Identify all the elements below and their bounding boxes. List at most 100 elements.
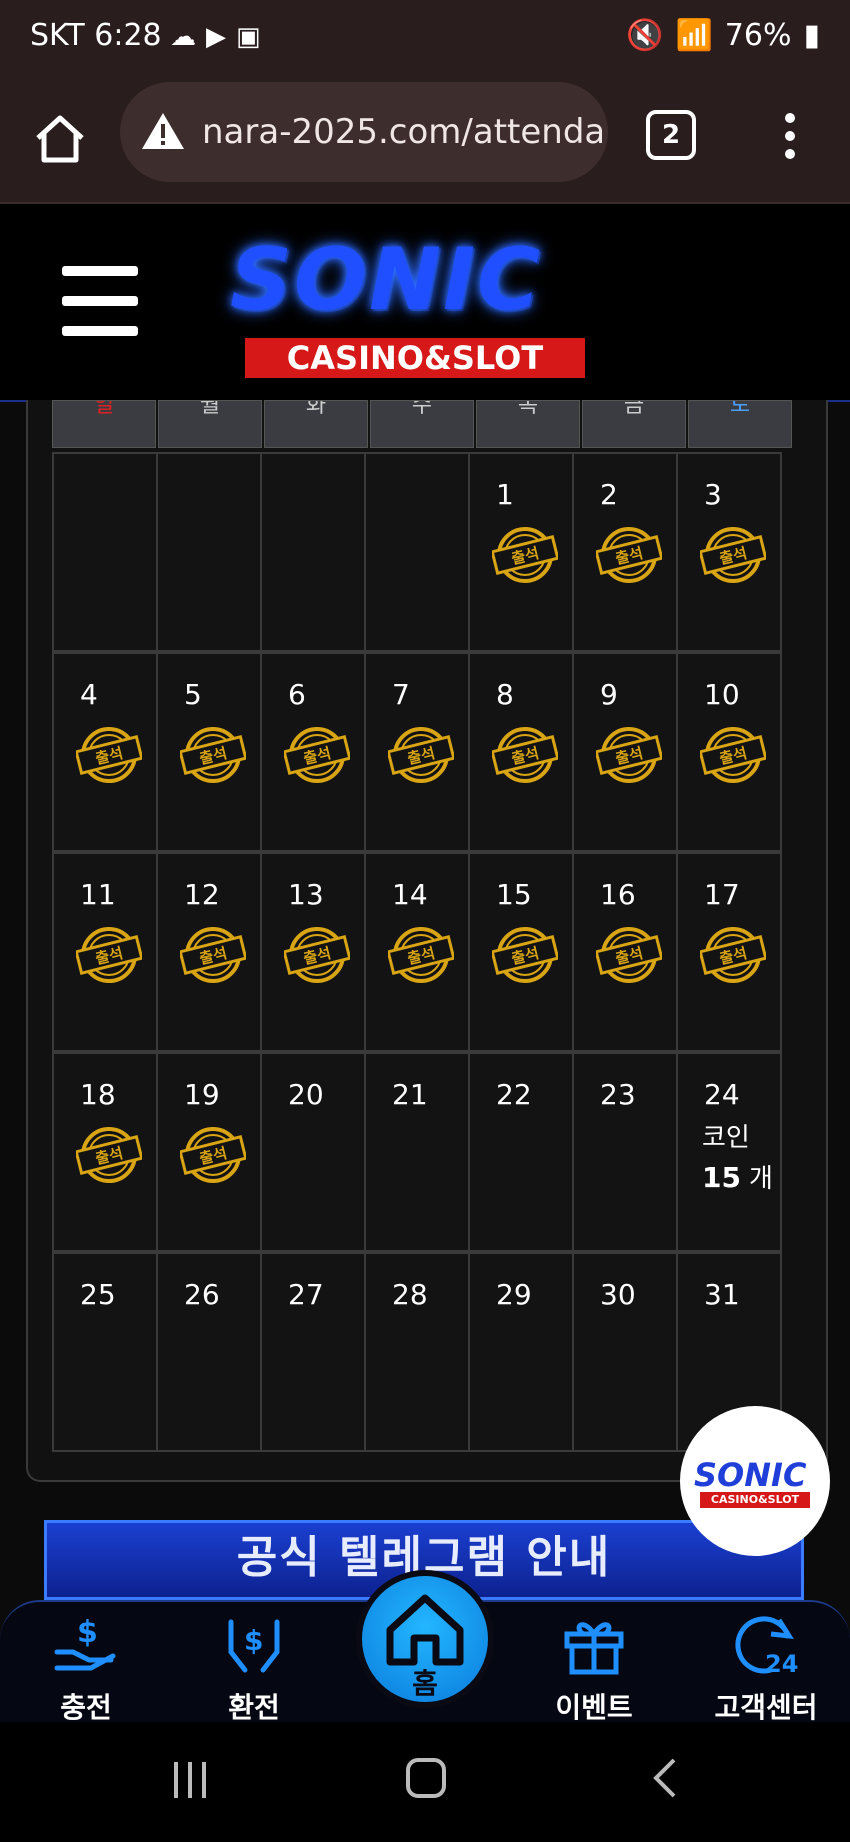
nav-label: 홈 (412, 1667, 438, 1700)
calendar-day-cell[interactable]: 4 출석 (52, 652, 158, 852)
site-logo[interactable]: SONIC CASINO&SLOT (220, 230, 620, 380)
calendar-day-cell[interactable]: 19 출석 (156, 1052, 262, 1252)
warning-icon[interactable] (140, 110, 186, 152)
attendance-stamp: 출석 (284, 927, 350, 983)
menu-line (62, 296, 138, 306)
calendar-day-cell[interactable]: 23 (572, 1052, 678, 1252)
attendance-stamp: 출석 (700, 927, 766, 983)
reward-amount: 15 (702, 1161, 741, 1194)
hamburger-menu-button[interactable] (62, 266, 138, 336)
calendar-day-cell[interactable]: 30 (572, 1252, 678, 1452)
svg-text:$: $ (77, 1615, 98, 1650)
day-header: 월 (158, 400, 262, 448)
calendar-day-cell[interactable]: 29 (468, 1252, 574, 1452)
home-icon (386, 1594, 464, 1666)
nav-event[interactable]: 이벤트 (534, 1612, 654, 1726)
menu-line (62, 326, 138, 336)
attendance-stamp: 출석 (492, 727, 558, 783)
calendar-day-cell[interactable]: 11 출석 (52, 852, 158, 1052)
status-bar: SKT 6:28 ☁ ▶ ▣ 🔇 📶 76% ▮ (0, 0, 850, 80)
attendance-stamp: 출석 (76, 1127, 142, 1183)
tab-switcher-button[interactable]: 2 (646, 110, 696, 160)
calendar-day-cell[interactable]: 1 출석 (468, 452, 574, 652)
floating-logo-button[interactable]: SONIC CASINO&SLOT (680, 1406, 830, 1556)
calendar-day-cell[interactable]: 12 출석 (156, 852, 262, 1052)
calendar-day-cell[interactable]: 24 코인 15 개 (676, 1052, 782, 1252)
nav-label: 환전 (228, 1691, 280, 1724)
calendar-day-cell[interactable]: 28 (364, 1252, 470, 1452)
menu-line (62, 266, 138, 276)
calendar-day-cell[interactable]: 21 (364, 1052, 470, 1252)
attendance-stamp: 출석 (596, 727, 662, 783)
calendar-day-cell[interactable]: 22 (468, 1052, 574, 1252)
calendar-day-cell[interactable]: 20 (260, 1052, 366, 1252)
calendar-day-cell[interactable]: 2 출석 (572, 452, 678, 652)
calendar-day-cell[interactable]: 6 출석 (260, 652, 366, 852)
day-number: 24 (704, 1078, 740, 1111)
calendar-day-cell[interactable]: 8 출석 (468, 652, 574, 852)
day-header-row: 일월화수목금토 (52, 400, 794, 448)
calendar-day-cell[interactable]: 3 출석 (676, 452, 782, 652)
calendar-day-cell[interactable]: 27 (260, 1252, 366, 1452)
calendar-day-cell[interactable]: 9 출석 (572, 652, 678, 852)
day-number: 4 (80, 678, 98, 711)
cloud-icon: ☁ (170, 22, 196, 52)
recent-apps-button[interactable] (168, 1758, 212, 1802)
calendar-day-cell[interactable] (156, 452, 262, 652)
nav-deposit[interactable]: $ 충전 (26, 1612, 146, 1726)
day-number: 30 (600, 1278, 636, 1311)
battery-level: 76% (724, 18, 792, 53)
attendance-stamp: 출석 (492, 927, 558, 983)
browser-home-button[interactable] (30, 108, 90, 168)
nav-withdraw[interactable]: $ 환전 (194, 1612, 314, 1726)
day-number: 14 (392, 878, 428, 911)
calendar-day-cell[interactable]: 14 출석 (364, 852, 470, 1052)
system-home-button[interactable] (404, 1756, 448, 1800)
day-number: 13 (288, 878, 324, 911)
day-number: 11 (80, 878, 116, 911)
back-button[interactable] (648, 1756, 682, 1800)
calendar-day-cell[interactable]: 16 출석 (572, 852, 678, 1052)
calendar-day-cell[interactable]: 26 (156, 1252, 262, 1452)
nav-label: 이벤트 (555, 1691, 633, 1724)
day-header: 목 (476, 400, 580, 448)
browser-menu-button[interactable] (780, 108, 800, 168)
address-bar[interactable]: nara-2025.com/attenda (120, 82, 608, 182)
calendar-day-cell[interactable]: 25 (52, 1252, 158, 1452)
dot (785, 113, 795, 123)
support-24-icon: 24 (735, 1616, 798, 1678)
dot (785, 131, 795, 141)
gallery-icon: ▣ (236, 22, 261, 52)
calendar-day-cell[interactable] (52, 452, 158, 652)
day-number: 7 (392, 678, 410, 711)
url-text[interactable]: nara-2025.com/attenda (202, 112, 602, 152)
day-number: 10 (704, 678, 740, 711)
nav-home-button[interactable]: 홈 (356, 1570, 494, 1708)
day-number: 25 (80, 1278, 116, 1311)
day-number: 26 (184, 1278, 220, 1311)
day-number: 16 (600, 878, 636, 911)
calendar-day-cell[interactable]: 10 출석 (676, 652, 782, 852)
calendar-day-cell[interactable]: 15 출석 (468, 852, 574, 1052)
calendar-day-cell[interactable]: 13 출석 (260, 852, 366, 1052)
calendar-day-cell[interactable] (364, 452, 470, 652)
floating-logo-sub: CASINO&SLOT (700, 1492, 810, 1508)
day-header: 토 (688, 400, 792, 448)
notification-icons: ☁ ▶ ▣ (170, 22, 261, 52)
attendance-stamp: 출석 (596, 527, 662, 583)
calendar-day-cell[interactable]: 17 출석 (676, 852, 782, 1052)
logo-main-text: SONIC (230, 230, 543, 330)
reward-info: 코인 15 개 (702, 1118, 773, 1199)
nav-support[interactable]: 24 고객센터 (706, 1612, 826, 1726)
calendar-day-cell[interactable]: 7 출석 (364, 652, 470, 852)
attendance-stamp: 출석 (180, 927, 246, 983)
site-header: SONIC CASINO&SLOT (0, 204, 850, 402)
day-number: 15 (496, 878, 532, 911)
status-time: SKT 6:28 (30, 18, 162, 53)
calendar-day-cell[interactable]: 18 출석 (52, 1052, 158, 1252)
day-number: 28 (392, 1278, 428, 1311)
calendar-day-cell[interactable]: 5 출석 (156, 652, 262, 852)
home-icon (36, 115, 84, 163)
calendar-day-cell[interactable] (260, 452, 366, 652)
day-header: 일 (52, 400, 156, 448)
